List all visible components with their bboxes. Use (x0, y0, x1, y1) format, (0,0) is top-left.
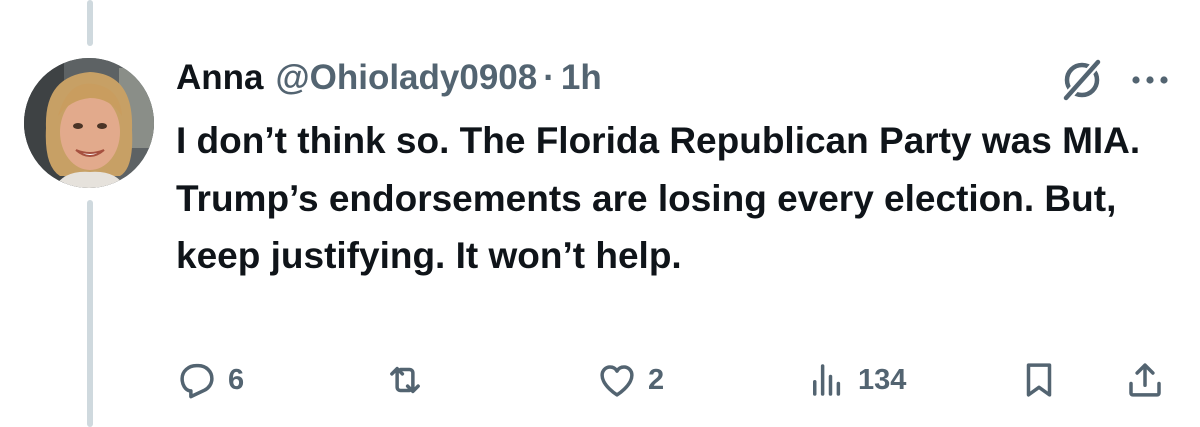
grok-icon[interactable] (1058, 56, 1106, 104)
repost-button[interactable] (384, 356, 436, 404)
view-count: 134 (858, 363, 907, 396)
views-button[interactable]: 134 (806, 356, 906, 404)
more-icon[interactable] (1124, 60, 1176, 100)
avatar-image (24, 58, 154, 188)
like-count: 2 (648, 363, 665, 396)
header-separator: · (543, 58, 555, 97)
bookmark-button[interactable] (1018, 356, 1060, 404)
repost-icon (390, 366, 420, 394)
author-name[interactable]: Anna (176, 58, 264, 98)
reply-count: 6 (228, 363, 245, 396)
thread-line-top (87, 0, 93, 46)
share-icon (1129, 363, 1161, 397)
heart-icon (600, 365, 634, 397)
like-button[interactable]: 2 (596, 356, 664, 404)
author-handle[interactable]: @Ohiolady0908 (276, 58, 538, 98)
reply-button[interactable]: 6 (176, 356, 244, 404)
timestamp[interactable]: 1h (561, 58, 602, 98)
share-button[interactable] (1124, 356, 1166, 404)
tweet-text: I don’t think so. The Florida Republican… (176, 120, 1141, 276)
avatar[interactable] (24, 58, 154, 188)
reply-icon (180, 363, 214, 399)
views-icon (813, 364, 841, 396)
action-bar: 6 2 134 (176, 356, 1176, 404)
bookmark-icon (1026, 363, 1052, 397)
tweet-header: Anna @Ohiolady0908 · 1h (176, 58, 602, 98)
thread-line-bottom (87, 200, 93, 427)
